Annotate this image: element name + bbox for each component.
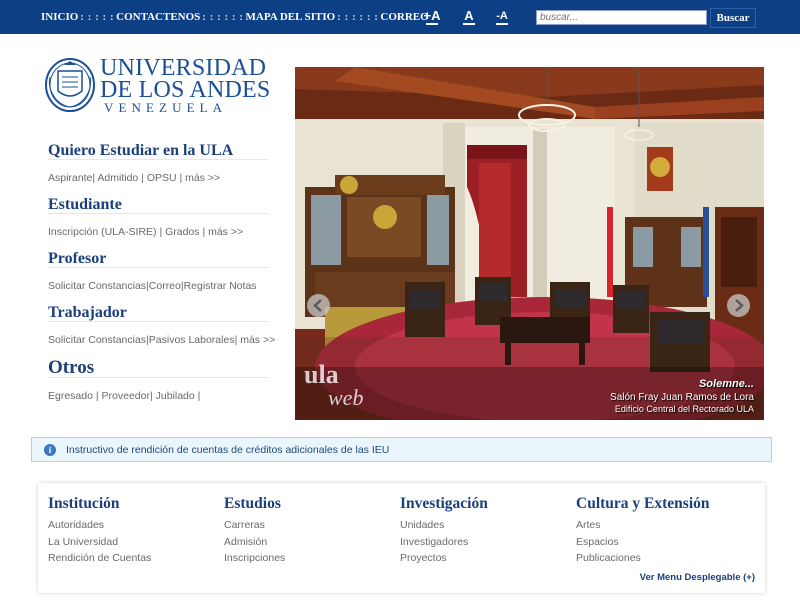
- nav-separator: : : : : :: [80, 11, 115, 23]
- footer-column-cultura-extension: Cultura y Extensión Artes Espacios Publi…: [576, 495, 710, 567]
- slide-caption-line2: Edificio Central del Rectorado ULA: [614, 404, 754, 414]
- footer-column-institucion: Institución Autoridades La Universidad R…: [48, 495, 151, 567]
- nav-separator: : : : : : :: [202, 11, 244, 23]
- footer-menu-box: Institución Autoridades La Universidad R…: [38, 483, 765, 593]
- footer-link[interactable]: Investigadores: [400, 535, 488, 551]
- footer-link[interactable]: Autoridades: [48, 518, 151, 534]
- footer-link[interactable]: Unidades: [400, 518, 488, 534]
- section-divider: [48, 321, 268, 322]
- top-bar: INICIO : : : : : CONTACTENOS : : : : : :…: [0, 0, 800, 34]
- nav-separator: : : : : : :: [337, 11, 379, 23]
- footer-title-cultura-extension[interactable]: Cultura y Extensión: [576, 495, 710, 517]
- footer-link[interactable]: Admisión: [224, 535, 285, 551]
- footer-title-estudios[interactable]: Estudios: [224, 495, 285, 517]
- search-input[interactable]: [536, 10, 707, 25]
- ver-menu-desplegable-link[interactable]: Ver Menu Desplegable (+): [640, 572, 755, 583]
- section-title-profesor[interactable]: Profesor: [48, 250, 106, 268]
- watermark-line2: web: [328, 385, 364, 410]
- section-title-quiero-estudiar[interactable]: Quiero Estudiar en la ULA: [48, 142, 233, 160]
- footer-link[interactable]: Inscripciones: [224, 551, 285, 567]
- notice-bar: i Instructivo de rendición de cuentas de…: [31, 437, 772, 462]
- font-increase-button[interactable]: +A: [423, 9, 441, 25]
- footer-link[interactable]: Rendición de Cuentas: [48, 551, 151, 567]
- section-divider: [48, 377, 268, 378]
- footer-link[interactable]: Espacios: [576, 535, 710, 551]
- section-title-estudiante[interactable]: Estudiante: [48, 196, 122, 214]
- section-title-trabajador[interactable]: Trabajador: [48, 304, 127, 322]
- footer-link[interactable]: Carreras: [224, 518, 285, 534]
- footer-link[interactable]: Publicaciones: [576, 551, 710, 567]
- font-reset-button[interactable]: A: [462, 9, 476, 25]
- font-underline: [463, 23, 475, 25]
- section-links-otros[interactable]: Egresado | Proveedor| Jubilado |: [48, 390, 200, 402]
- slide-next-button[interactable]: [727, 294, 750, 317]
- footer-column-investigacion: Investigación Unidades Investigadores Pr…: [400, 495, 488, 567]
- search-button[interactable]: Buscar: [710, 8, 756, 28]
- nav-link-inicio[interactable]: INICIO: [41, 11, 78, 23]
- font-decrease-icon: -A: [496, 10, 508, 22]
- font-underline: [426, 23, 438, 25]
- footer-link[interactable]: La Universidad: [48, 535, 151, 551]
- footer-link[interactable]: Proyectos: [400, 551, 488, 567]
- font-increase-icon: +A: [423, 8, 441, 23]
- footer-link[interactable]: Artes: [576, 518, 710, 534]
- nav-link-mapa-del-sitio[interactable]: MAPA DEL SITIO: [246, 11, 336, 23]
- logo-text-line3: VENEZUELA: [104, 100, 228, 115]
- chevron-right-icon: [735, 299, 744, 312]
- university-seal-icon: [45, 58, 95, 112]
- nav-link-contactenos[interactable]: CONTACTENOS: [116, 11, 200, 23]
- footer-title-investigacion[interactable]: Investigación: [400, 495, 488, 517]
- university-logo[interactable]: UNIVERSIDAD DE LOS ANDES VENEZUELA: [44, 55, 270, 117]
- chevron-left-icon: [313, 299, 322, 312]
- footer-column-estudios: Estudios Carreras Admisión Inscripciones: [224, 495, 285, 567]
- slide-caption-line1: Salón Fray Juan Ramos de Lora: [610, 392, 754, 403]
- font-reset-icon: A: [464, 8, 474, 23]
- section-divider: [48, 213, 268, 214]
- section-divider: [48, 267, 268, 268]
- section-divider: [48, 159, 268, 160]
- section-links-profesor[interactable]: Solicitar Constancias|Correo|Registrar N…: [48, 280, 257, 292]
- ula-web-watermark: ula web: [302, 362, 374, 414]
- nav-link-correo[interactable]: CORREO: [380, 11, 428, 23]
- top-navigation: INICIO : : : : : CONTACTENOS : : : : : :…: [41, 10, 429, 24]
- section-links-trabajador[interactable]: Solicitar Constancias|Pasivos Laborales|…: [48, 334, 275, 346]
- slide-caption-title: Solemne...: [698, 378, 754, 390]
- section-title-otros[interactable]: Otros: [48, 357, 94, 379]
- section-links-quiero-estudiar[interactable]: Aspirante| Admitido | OPSU | más >>: [48, 172, 220, 184]
- font-decrease-button[interactable]: -A: [494, 9, 510, 25]
- section-links-estudiante[interactable]: Inscripción (ULA-SIRE) | Grados | más >>: [48, 226, 243, 238]
- notice-link[interactable]: Instructivo de rendición de cuentas de c…: [66, 444, 389, 456]
- footer-title-institucion[interactable]: Institución: [48, 495, 151, 517]
- info-icon: i: [44, 444, 56, 456]
- font-underline: [496, 23, 508, 25]
- slide-prev-button[interactable]: [307, 294, 330, 317]
